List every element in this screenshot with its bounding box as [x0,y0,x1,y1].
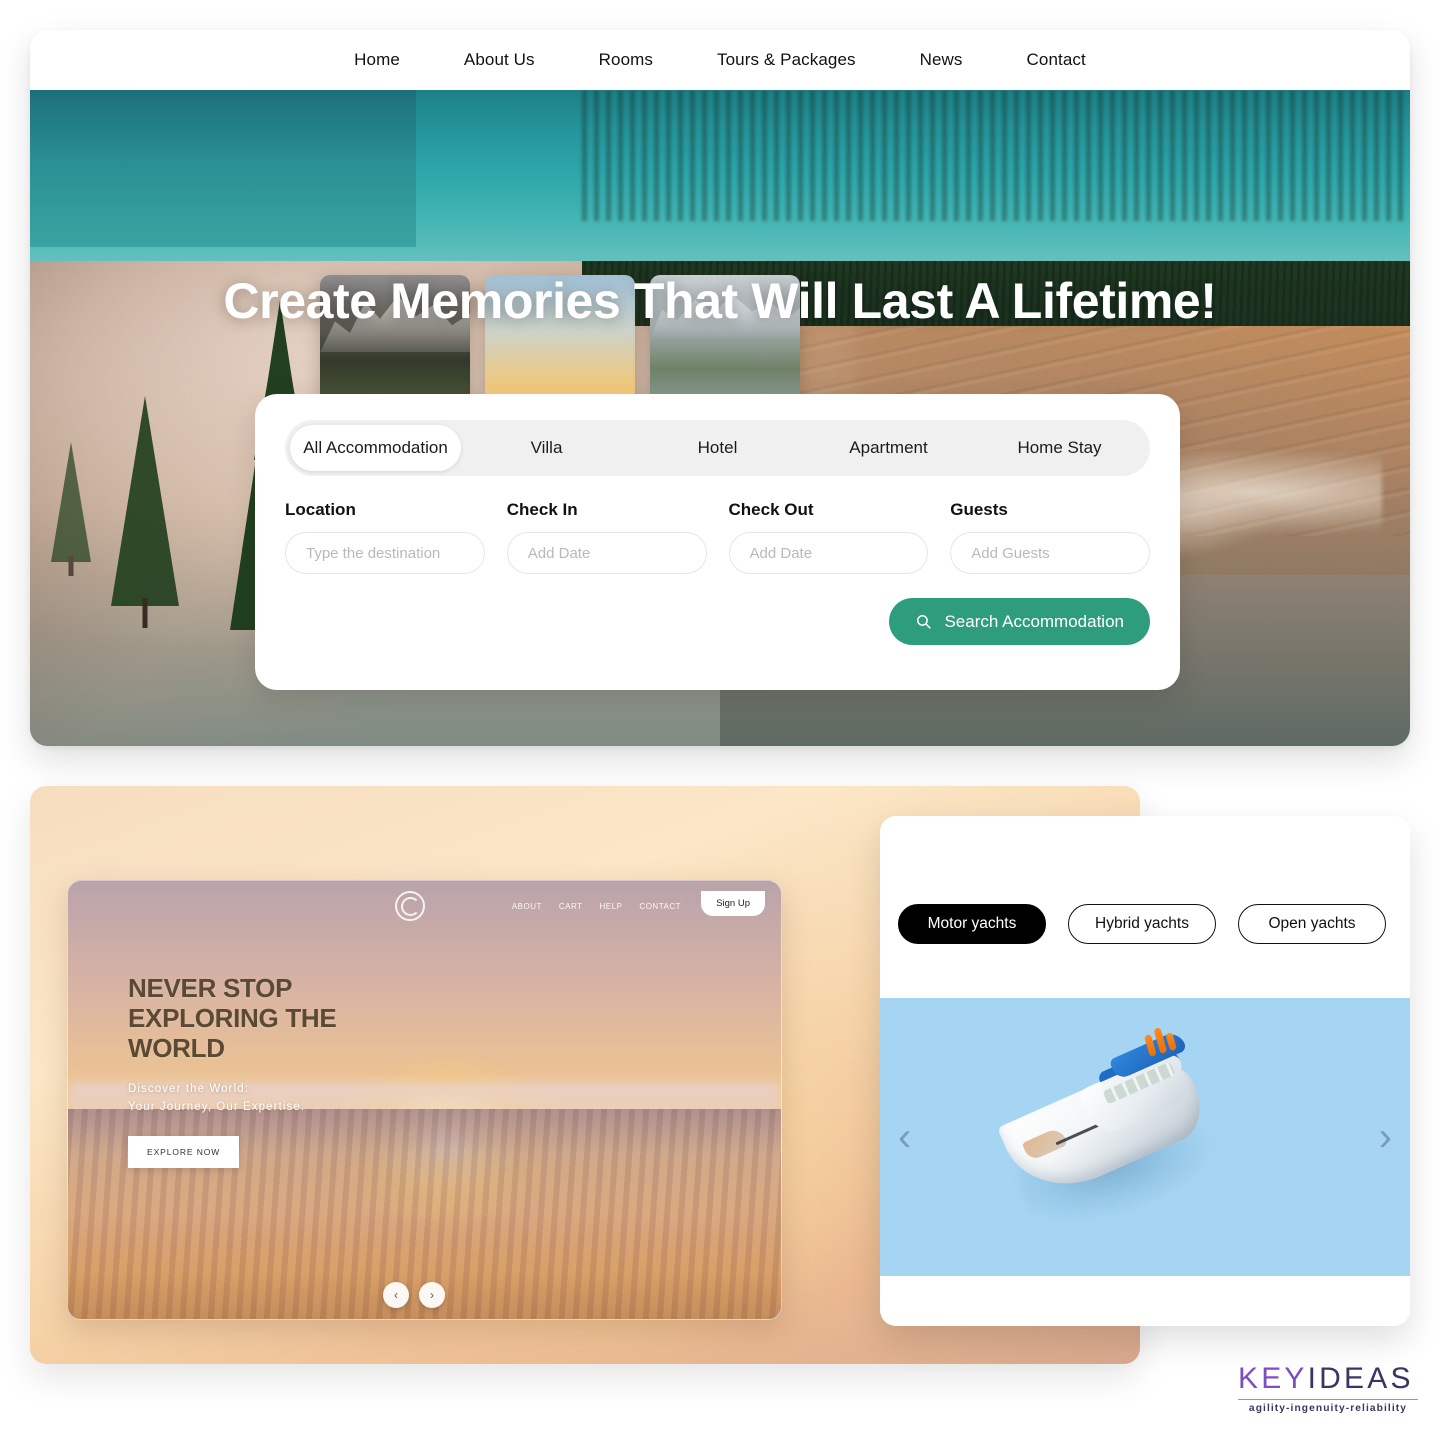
check-out-input[interactable] [728,532,929,574]
nav-item-about-us[interactable]: About Us [432,50,567,70]
keyideas-logo: KEYIDEAS agility-ingenuity-reliability [1238,1364,1418,1414]
nav-item-rooms[interactable]: Rooms [567,50,685,70]
field-check-out: Check Out [728,500,929,574]
mockup-headline: NEVER STOP EXPLORING THE WORLD [128,973,337,1064]
location-input[interactable] [285,532,485,574]
mockup-subheadline: Discover the World: Your Journey, Our Ex… [128,1081,305,1117]
tab-hybrid-yachts[interactable]: Hybrid yachts [1068,904,1216,944]
nav-item-news[interactable]: News [888,50,995,70]
mockup-explore-now-button[interactable]: EXPLORE NOW [128,1136,240,1168]
mockup-navigation: ABOUT CART HELP CONTACT Sign Up [68,889,781,923]
hero-title: Create Memories That Will Last A Lifetim… [223,273,1217,329]
mockup-nav-about[interactable]: ABOUT [512,902,542,911]
field-check-in: Check In [506,500,707,574]
tab-villa[interactable]: Villa [461,425,632,471]
mockup-subheadline-line2: Your Journey, Our Expertise. [128,1100,306,1113]
brand-tagline: agility-ingenuity-reliability [1248,1403,1408,1414]
hero-lake-reflection [582,90,1410,222]
search-fields: Location Check In Check Out Guests [285,500,1150,574]
nav-item-contact[interactable]: Contact [995,50,1118,70]
field-guests: Guests [950,500,1150,574]
mockup-nav-links: ABOUT CART HELP CONTACT [512,902,681,911]
yacht-next-chevron-right-icon[interactable]: › [1379,1117,1392,1157]
accommodation-search-card: All Accommodation Villa Hotel Apartment … [255,394,1180,690]
spiral-logo-icon [395,891,426,921]
chevron-left-icon[interactable]: ‹ [383,1282,409,1308]
tab-motor-yachts[interactable]: Motor yachts [898,904,1046,944]
nav-item-tours-packages[interactable]: Tours & Packages [685,50,888,70]
travel-site-mockup: ABOUT CART HELP CONTACT Sign Up NEVER ST… [67,880,782,1320]
mockup-subheadline-line1: Discover the World: [128,1083,250,1095]
tab-hotel[interactable]: Hotel [632,425,803,471]
brand-name-part1: KEY [1238,1362,1308,1395]
pine-tree-decor [90,328,200,628]
mockup-signup-button[interactable]: Sign Up [701,891,765,916]
mockup-nav-cart[interactable]: CART [559,902,583,911]
check-in-input[interactable] [506,532,707,574]
showcase-carousel-controls: ‹ › [383,1282,445,1308]
location-label: Location [285,500,356,519]
tab-home-stay[interactable]: Home Stay [974,425,1145,471]
chevron-right-icon[interactable]: › [419,1282,445,1308]
tab-apartment[interactable]: Apartment [803,425,974,471]
tab-all-accommodation[interactable]: All Accommodation [290,425,461,471]
brand-divider [1238,1399,1418,1400]
nav-item-home[interactable]: Home [322,50,432,70]
check-in-label: Check In [506,500,578,519]
guests-input[interactable] [950,532,1150,574]
guests-label: Guests [950,500,1008,519]
mockup-nav-help[interactable]: HELP [600,902,623,911]
yacht-category-tabs: Motor yachts Hybrid yachts Open yachts [880,816,1410,944]
hero-background-image: Create Memories That Will Last A Lifetim… [30,90,1410,746]
mockup-nav-contact[interactable]: CONTACT [639,902,681,911]
check-out-label: Check Out [728,500,814,519]
accommodation-type-tabs: All Accommodation Villa Hotel Apartment … [285,420,1150,476]
yacht-selector-card: Motor yachts Hybrid yachts Open yachts ‹… [880,816,1410,1326]
brand-name: KEYIDEAS [1238,1364,1418,1394]
search-action-row: Search Accommodation [285,598,1150,645]
search-accommodation-button[interactable]: Search Accommodation [889,598,1150,645]
tab-open-yachts[interactable]: Open yachts [1238,904,1386,944]
search-button-label: Search Accommodation [944,611,1124,631]
motor-yacht-render [997,1026,1228,1237]
field-location: Location [285,500,485,574]
brand-name-part2: IDEAS [1307,1362,1414,1395]
search-icon [915,613,932,630]
yacht-prev-chevron-left-icon[interactable]: ‹ [898,1117,911,1157]
main-navigation: Home About Us Rooms Tours & Packages New… [30,30,1410,90]
yacht-stage: ‹ › [880,998,1410,1276]
page-root: Home About Us Rooms Tours & Packages New… [0,0,1440,1440]
